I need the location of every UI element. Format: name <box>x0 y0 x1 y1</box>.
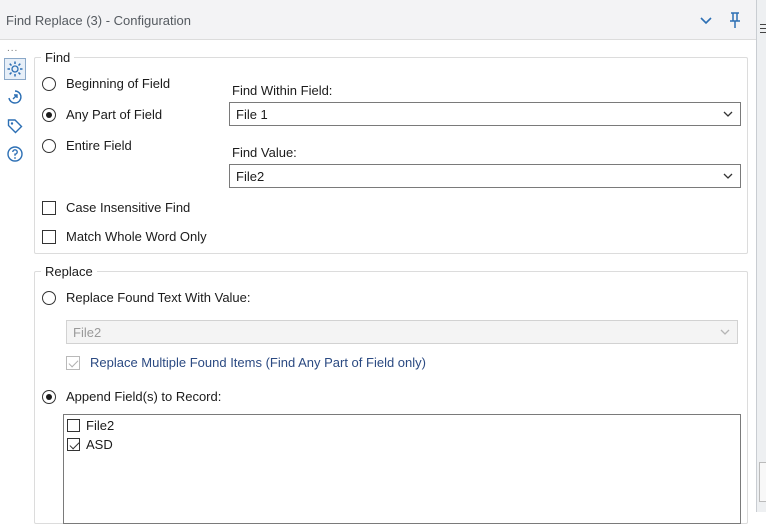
replace-multiple-checkbox[interactable]: Replace Multiple Found Items (Find Any P… <box>66 355 426 370</box>
window-title: Find Replace (3) - Configuration <box>6 13 191 28</box>
radio-button[interactable] <box>42 138 56 153</box>
checkbox-label: Replace Multiple Found Items (Find Any P… <box>90 355 426 370</box>
find-value-label: Find Value: <box>232 145 297 160</box>
checkbox[interactable] <box>67 419 80 432</box>
radio-label: Replace Found Text With Value: <box>66 290 251 305</box>
find-within-field-select[interactable]: File 1 <box>229 102 741 126</box>
radio-label: Beginning of Field <box>66 76 171 91</box>
pin-icon[interactable] <box>725 10 745 30</box>
checkbox[interactable] <box>66 355 80 370</box>
radio-replace-found-text[interactable]: Replace Found Text With Value: <box>42 290 251 305</box>
list-item-label: ASD <box>86 437 113 452</box>
radio-any-part-of-field[interactable]: Any Part of Field <box>42 107 162 122</box>
tag-icon[interactable] <box>4 115 26 137</box>
checkbox[interactable] <box>67 438 80 451</box>
chevron-down-icon <box>722 170 734 182</box>
checkbox-label: Match Whole Word Only <box>66 229 207 244</box>
chevron-down-icon <box>719 326 731 338</box>
radio-button[interactable] <box>42 290 56 305</box>
find-value-value: File2 <box>236 168 265 184</box>
help-icon[interactable] <box>4 143 26 165</box>
more-dots[interactable]: ... <box>7 43 18 54</box>
find-within-field-label: Find Within Field: <box>232 83 333 98</box>
match-whole-word-checkbox[interactable]: Match Whole Word Only <box>42 229 207 244</box>
radio-beginning-of-field[interactable]: Beginning of Field <box>42 76 170 91</box>
replace-value-select[interactable]: File2 <box>66 320 738 344</box>
list-item[interactable]: File2 <box>67 418 114 433</box>
radio-button[interactable] <box>42 76 56 91</box>
radio-button[interactable] <box>42 389 56 404</box>
replace-legend: Replace <box>45 264 93 279</box>
list-item[interactable]: ASD <box>67 437 113 452</box>
checkbox[interactable] <box>42 229 56 244</box>
radio-entire-field[interactable]: Entire Field <box>42 138 132 153</box>
gear-icon[interactable] <box>4 58 26 80</box>
case-insensitive-checkbox[interactable]: Case Insensitive Find <box>42 200 190 215</box>
anchor-arrow-icon[interactable] <box>4 86 26 108</box>
right-edge-panel <box>756 0 766 512</box>
radio-label: Append Field(s) to Record: <box>66 389 222 404</box>
radio-label: Entire Field <box>66 138 132 153</box>
append-fields-list[interactable]: File2 ASD <box>63 414 741 524</box>
chevron-down-icon <box>722 108 734 120</box>
side-nav: ... <box>0 41 30 512</box>
find-legend: Find <box>45 50 71 65</box>
title-bar: Find Replace (3) - Configuration <box>0 0 756 40</box>
chevron-down-icon[interactable] <box>696 10 716 30</box>
find-value-select[interactable]: File2 <box>229 164 741 188</box>
radio-button[interactable] <box>42 107 56 122</box>
list-item-label: File2 <box>86 418 115 433</box>
checkbox[interactable] <box>42 200 56 215</box>
radio-label: Any Part of Field <box>66 107 163 122</box>
radio-append-fields[interactable]: Append Field(s) to Record: <box>42 389 221 404</box>
replace-value: File2 <box>73 324 102 340</box>
checkbox-label: Case Insensitive Find <box>66 200 191 215</box>
find-within-field-value: File 1 <box>236 106 268 122</box>
